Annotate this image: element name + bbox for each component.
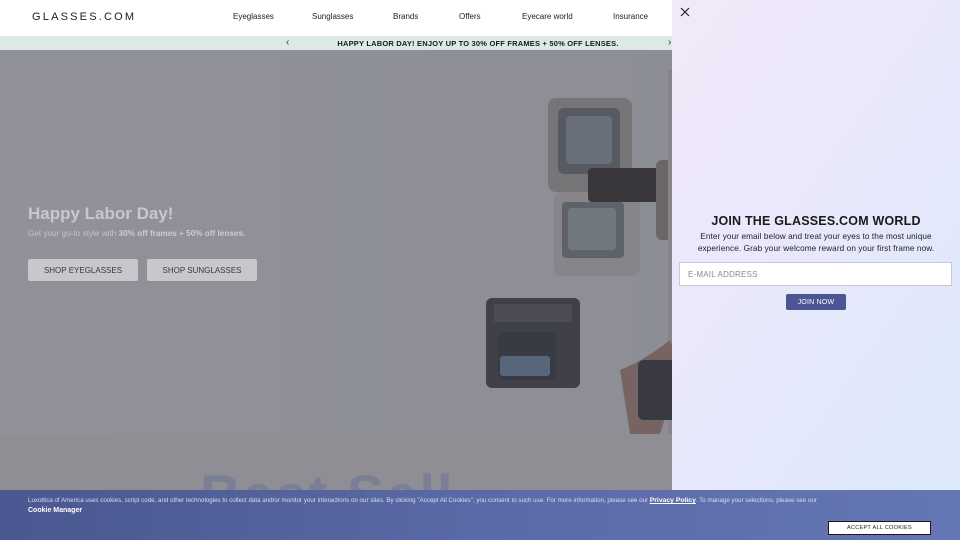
cookie-manager-link[interactable]: Cookie Manager	[28, 507, 82, 514]
cookie-banner: Luxottica of America uses cookies, scrip…	[0, 490, 960, 540]
signup-title: JOIN THE GLASSES.COM WORLD	[711, 214, 921, 228]
nav-eyeglasses[interactable]: Eyeglasses	[233, 12, 274, 21]
cookie-text-before: Luxottica of America uses cookies, scrip…	[28, 497, 650, 504]
nav-insurance[interactable]: Insurance	[613, 12, 648, 21]
hero-subtitle: Get your go-to style with 30% off frames…	[28, 229, 245, 238]
hero-subtitle-offer: 30% off frames + 50% off lenses.	[118, 229, 246, 238]
accept-all-cookies-button[interactable]: ACCEPT ALL COOKIES	[828, 521, 931, 535]
cookie-text-after: . To manage your selections, please see …	[695, 497, 817, 504]
nav-eyecare-world[interactable]: Eyecare world	[522, 12, 573, 21]
shop-sunglasses-button[interactable]: SHOP SUNGLASSES	[147, 259, 257, 281]
hero-title: Happy Labor Day!	[28, 204, 174, 223]
promo-text: HAPPY LABOR DAY! ENJOY UP TO 30% OFF FRA…	[337, 39, 619, 48]
privacy-policy-link[interactable]: Privacy Policy	[650, 497, 696, 504]
join-now-button[interactable]: JOIN NOW	[786, 294, 846, 310]
cookie-text: Luxottica of America uses cookies, scrip…	[28, 496, 928, 506]
nav-offers[interactable]: Offers	[459, 12, 481, 21]
nav-sunglasses[interactable]: Sunglasses	[312, 12, 353, 21]
shop-eyeglasses-button[interactable]: SHOP EYEGLASSES	[28, 259, 138, 281]
signup-subtitle: Enter your email below and treat your ey…	[697, 232, 935, 254]
nav-brands[interactable]: Brands	[393, 12, 418, 21]
email-input[interactable]	[679, 262, 952, 286]
chevron-right-icon[interactable]: ›	[668, 37, 671, 49]
hero-subtitle-prefix: Get your go-to style with	[28, 229, 119, 238]
close-icon[interactable]	[679, 6, 691, 18]
